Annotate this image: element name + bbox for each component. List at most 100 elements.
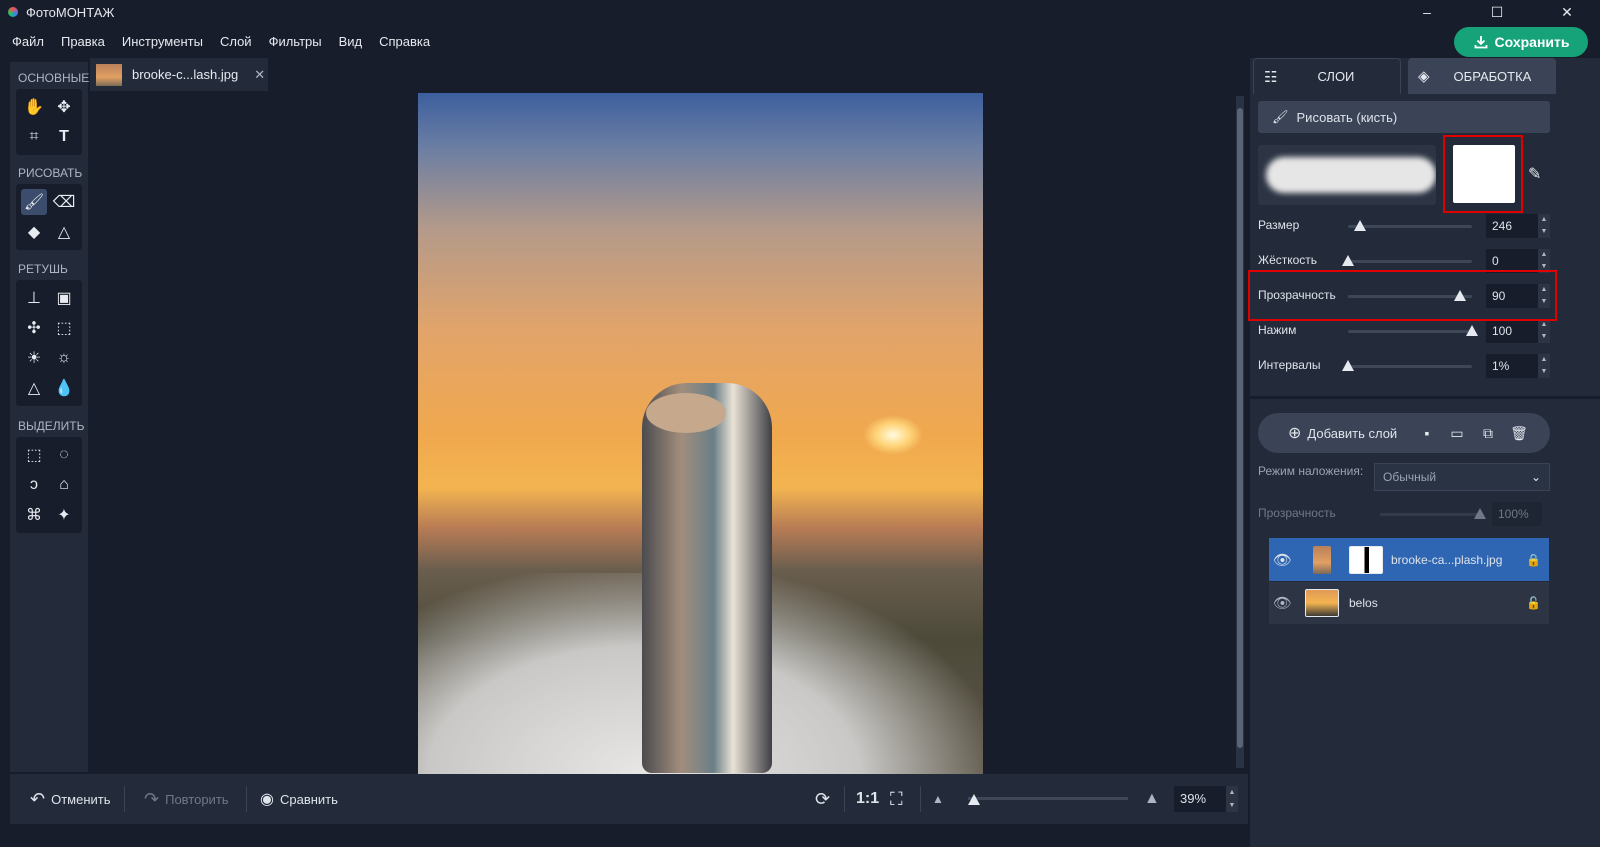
pipette-icon[interactable]: ✎ xyxy=(1528,164,1541,184)
layer-opacity-value[interactable]: 100% xyxy=(1492,502,1542,526)
brush-color-swatch[interactable] xyxy=(1453,145,1515,203)
param-spinner[interactable]: ▲ ▼ xyxy=(1538,319,1550,343)
fill-tool-icon[interactable]: ◆ xyxy=(21,219,47,245)
sharpen-tool-icon[interactable]: △ xyxy=(21,375,47,401)
undo-label: Отменить xyxy=(51,791,111,807)
download-icon xyxy=(1474,36,1487,49)
tab-close-icon[interactable]: ✕ xyxy=(254,67,265,83)
document-tab[interactable]: brooke-c...lash.jpg ✕ xyxy=(90,58,268,91)
param-value[interactable]: 246 xyxy=(1486,214,1538,238)
layer-name: brooke-ca...plash.jpg xyxy=(1391,552,1503,567)
add-layer-button[interactable]: ⊕ Добавить слой xyxy=(1288,413,1397,453)
magnetic-lasso-icon[interactable]: ⌘ xyxy=(21,502,47,528)
canvas-scrollbar[interactable] xyxy=(1236,96,1244,768)
menu-tools[interactable]: Инструменты xyxy=(122,34,203,49)
darken-tool-icon[interactable]: ☼ xyxy=(51,345,77,371)
shapes-tool-icon[interactable]: △ xyxy=(51,219,77,245)
zoom-value[interactable]: 39% xyxy=(1174,786,1226,812)
trash-icon[interactable]: 🗑 xyxy=(1510,424,1528,442)
layer-opacity-slider[interactable] xyxy=(1380,513,1480,516)
menu-filters[interactable]: Фильтры xyxy=(269,34,322,49)
mask-icon[interactable]: ▪ xyxy=(1418,424,1436,442)
brush-tool-icon[interactable]: 🖌 xyxy=(21,189,47,215)
hand-tool-icon[interactable]: ✋ xyxy=(21,94,47,120)
tab-processing[interactable]: ◈ ОБРАБОТКА xyxy=(1408,58,1556,94)
blur-tool-icon[interactable]: 💧 xyxy=(51,375,77,401)
param-spinner[interactable]: ▲ ▼ xyxy=(1538,214,1550,238)
photo-person xyxy=(642,383,772,773)
undo-icon: ↶ xyxy=(30,788,46,809)
menu-edit[interactable]: Правка xyxy=(61,34,105,49)
zoom-in-icon[interactable]: ▲ xyxy=(1144,774,1160,824)
zoom-slider-handle[interactable] xyxy=(968,794,980,805)
blend-mode-select[interactable]: Обычный ⌄ xyxy=(1374,463,1550,491)
folder-icon[interactable]: ▭ xyxy=(1448,424,1466,442)
param-slider[interactable] xyxy=(1348,365,1472,368)
param-slider-handle[interactable] xyxy=(1342,360,1354,371)
chevron-down-icon: ⌄ xyxy=(1530,470,1541,484)
param-value[interactable]: 1% xyxy=(1486,354,1538,378)
polygon-lasso-icon[interactable]: ⌂ xyxy=(51,472,77,498)
undo-button[interactable]: ↶ Отменить xyxy=(30,774,111,824)
compare-button[interactable]: ◉ Сравнить xyxy=(260,774,338,824)
param-slider[interactable] xyxy=(1348,330,1472,333)
layer-item-selected[interactable]: 👁 brooke-ca...plash.jpg 🔒 xyxy=(1269,538,1549,581)
rect-select-icon[interactable]: ⬚ xyxy=(21,442,47,468)
zoom-spinner[interactable]: ▲ ▼ xyxy=(1226,786,1238,812)
photo-canvas[interactable] xyxy=(418,93,983,774)
magic-wand-icon[interactable]: ✦ xyxy=(51,502,77,528)
maximize-button[interactable]: ☐ xyxy=(1474,0,1520,24)
redo-button[interactable]: ↷ Повторить xyxy=(144,774,229,824)
param-label: Жёсткость xyxy=(1258,253,1318,267)
fit-screen-icon[interactable]: ⛶ xyxy=(890,774,903,824)
scrollbar-thumb[interactable] xyxy=(1237,108,1243,748)
eye-icon: ◉ xyxy=(260,791,274,808)
ellipse-select-icon[interactable]: ◌ xyxy=(51,442,77,468)
layer-item[interactable]: 👁 belos 🔓 xyxy=(1269,581,1549,624)
param-slider-handle[interactable] xyxy=(1354,220,1367,231)
layers-settings-icon: ☷ xyxy=(1264,68,1278,86)
draw-brush-button[interactable]: 🖌 Рисовать (кисть) xyxy=(1258,101,1550,133)
zoom-slider[interactable] xyxy=(968,797,1128,800)
param-label: Размер xyxy=(1258,218,1300,232)
layer-mask-thumbnail xyxy=(1349,545,1383,574)
menu-view[interactable]: Вид xyxy=(339,34,363,49)
actual-size-button[interactable]: 1:1 xyxy=(856,774,879,824)
unlock-icon[interactable]: 🔓 xyxy=(1526,596,1541,610)
param-slider[interactable] xyxy=(1348,225,1472,228)
lasso-icon[interactable]: ↄ xyxy=(21,472,47,498)
patch-tool-icon[interactable]: ▣ xyxy=(51,285,77,311)
rotate-icon[interactable]: ⟳ xyxy=(815,774,830,824)
visibility-eye-icon[interactable]: 👁 xyxy=(1273,551,1299,569)
layer-opacity-label: Прозрачность xyxy=(1258,506,1336,520)
divider xyxy=(246,786,247,812)
layer-thumbnail xyxy=(1313,545,1331,574)
param-slider-handle[interactable] xyxy=(1466,325,1478,336)
close-window-button[interactable]: ✕ xyxy=(1544,0,1590,24)
menu-layer[interactable]: Слой xyxy=(220,34,252,49)
zoom-out-icon[interactable]: ▲ xyxy=(932,774,944,824)
stamp-tool-icon[interactable]: ⊥ xyxy=(21,285,47,311)
tab-layers[interactable]: ☷ СЛОИ xyxy=(1253,58,1401,94)
crop-tool-icon[interactable]: ⌗ xyxy=(21,124,47,150)
healing-tool-icon[interactable]: ✣ xyxy=(21,315,47,341)
visibility-eye-icon[interactable]: 👁 xyxy=(1273,594,1299,612)
lighten-tool-icon[interactable]: ☀ xyxy=(21,345,47,371)
param-spinner[interactable]: ▲ ▼ xyxy=(1538,354,1550,378)
panel-divider xyxy=(1250,396,1600,399)
minimize-button[interactable]: – xyxy=(1404,0,1450,24)
lock-icon[interactable]: 🔒 xyxy=(1526,553,1541,567)
text-tool-icon[interactable]: T xyxy=(51,124,77,150)
layer-thumbnail xyxy=(1305,589,1339,617)
param-slider[interactable] xyxy=(1348,260,1472,263)
menu-help[interactable]: Справка xyxy=(379,34,430,49)
menu-file[interactable]: Файл xyxy=(12,34,44,49)
save-button[interactable]: Сохранить xyxy=(1454,27,1588,57)
param-value[interactable]: 100 xyxy=(1486,319,1538,343)
layer-opacity-handle[interactable] xyxy=(1474,508,1486,519)
move-tool-icon[interactable]: ✥ xyxy=(51,94,77,120)
duplicate-icon[interactable]: ⧉ xyxy=(1479,424,1497,442)
selection-brush-tool-icon[interactable]: ⬚ xyxy=(51,315,77,341)
eraser-tool-icon[interactable]: ⌫ xyxy=(51,189,77,215)
param-slider-handle[interactable] xyxy=(1342,255,1354,266)
